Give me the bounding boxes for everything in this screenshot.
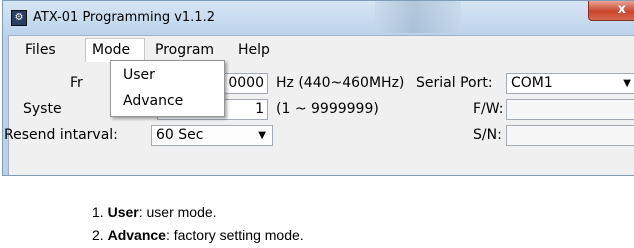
system-hint: (1 ~ 9999999) bbox=[276, 101, 379, 117]
frequency-value: 0000 bbox=[228, 75, 264, 91]
window-title: ATX-01 Programming v1.1.2 bbox=[33, 10, 215, 25]
fw-field bbox=[506, 99, 634, 120]
title-bar: ⚙ ATX-01 Programming v1.1.2 x bbox=[3, 1, 634, 35]
sn-label: S/N: bbox=[473, 127, 502, 143]
chevron-down-icon: ▼ bbox=[623, 78, 631, 89]
close-button[interactable]: x bbox=[588, 1, 634, 21]
menu-program[interactable]: Program bbox=[155, 42, 214, 58]
app-window: ⚙ ATX-01 Programming v1.1.2 x Files Mode… bbox=[2, 0, 634, 176]
close-icon: x bbox=[617, 2, 626, 17]
resend-interval-value: 60 Sec bbox=[156, 127, 204, 143]
title-bar-glass bbox=[375, 1, 461, 33]
list-desc: : factory setting mode. bbox=[165, 227, 304, 243]
system-label: Syste bbox=[23, 101, 62, 117]
list-number: 2. bbox=[92, 227, 108, 243]
description-list: 1. User: user mode. 2. Advance: factory … bbox=[0, 176, 634, 248]
list-term: User bbox=[107, 204, 139, 220]
frequency-label: Fr bbox=[70, 75, 83, 91]
serial-port-select[interactable]: COM1 ▼ bbox=[506, 73, 634, 94]
sn-field bbox=[506, 125, 634, 146]
menu-bar: Files Mode Program Help bbox=[9, 36, 634, 63]
fw-label: F/W: bbox=[473, 101, 504, 117]
list-item: 2. Advance: factory setting mode. bbox=[92, 227, 304, 243]
chevron-down-icon: ▼ bbox=[258, 130, 266, 141]
list-item: 1. User: user mode. bbox=[92, 204, 217, 220]
menu-files[interactable]: Files bbox=[25, 42, 56, 58]
menu-mode[interactable]: Mode bbox=[92, 42, 130, 58]
list-desc: : user mode. bbox=[138, 204, 217, 220]
list-number: 1. bbox=[92, 204, 108, 220]
client-area: Files Mode Program Help Fr 0000 Hz (440~… bbox=[4, 35, 634, 175]
resend-interval-select[interactable]: 60 Sec ▼ bbox=[151, 125, 273, 146]
menu-help[interactable]: Help bbox=[238, 42, 270, 58]
resend-interval-label: Resend intarval: bbox=[4, 127, 118, 143]
app-icon: ⚙ bbox=[11, 10, 27, 26]
list-term: Advance bbox=[107, 227, 166, 243]
serial-port-label: Serial Port: bbox=[416, 75, 493, 91]
frequency-hint: Hz (440~460MHz) bbox=[276, 75, 405, 91]
serial-port-value: COM1 bbox=[511, 75, 553, 91]
system-value: 1 bbox=[255, 101, 264, 117]
menu-item-advance[interactable]: Advance bbox=[123, 93, 183, 109]
menu-item-user[interactable]: User bbox=[123, 67, 155, 83]
mode-dropdown-menu: User Advance bbox=[110, 60, 225, 117]
